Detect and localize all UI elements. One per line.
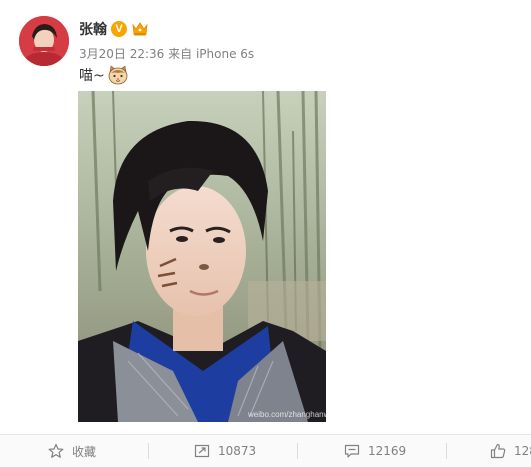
favorite-button[interactable]: 收藏 <box>48 435 96 467</box>
cat-face-emoji-icon <box>108 65 128 85</box>
member-crown-icon[interactable] <box>131 21 149 37</box>
post-meta: 3月20日 22:36 来自 iPhone 6s <box>79 45 254 62</box>
star-icon <box>48 443 64 458</box>
comment-count: 12169 <box>368 444 407 458</box>
action-divider <box>297 443 298 459</box>
post-text-content: 喵~ <box>79 68 105 84</box>
author-avatar[interactable] <box>19 16 69 66</box>
post-timestamp[interactable]: 3月20日 22:36 <box>79 47 164 61</box>
post-text: 喵~ <box>79 64 129 86</box>
comment-icon <box>344 444 360 458</box>
avatar-image <box>19 16 69 66</box>
post-source: 来自 iPhone 6s <box>168 47 255 61</box>
action-divider <box>148 443 149 459</box>
like-count: 128 <box>514 444 531 458</box>
favorite-label: 收藏 <box>72 444 97 459</box>
like-button[interactable]: 128 <box>490 435 531 467</box>
verified-icon[interactable]: V <box>111 21 127 37</box>
comment-button[interactable]: 12169 <box>344 435 406 467</box>
action-bar: 收藏 10873 12169 128 <box>0 434 531 467</box>
author-name[interactable]: 张翰 <box>79 19 107 39</box>
action-divider <box>446 443 447 459</box>
photo-watermark: weibo.com/zhanghanw <box>247 410 326 419</box>
author-line: 张翰 V <box>79 18 149 40</box>
repost-button[interactable]: 10873 <box>194 435 256 467</box>
repost-count: 10873 <box>218 444 257 458</box>
thumbs-up-icon <box>490 443 506 459</box>
photo-image: weibo.com/zhanghanw <box>78 91 326 422</box>
repost-icon <box>194 444 210 458</box>
post-photo[interactable]: weibo.com/zhanghanw <box>78 91 326 422</box>
